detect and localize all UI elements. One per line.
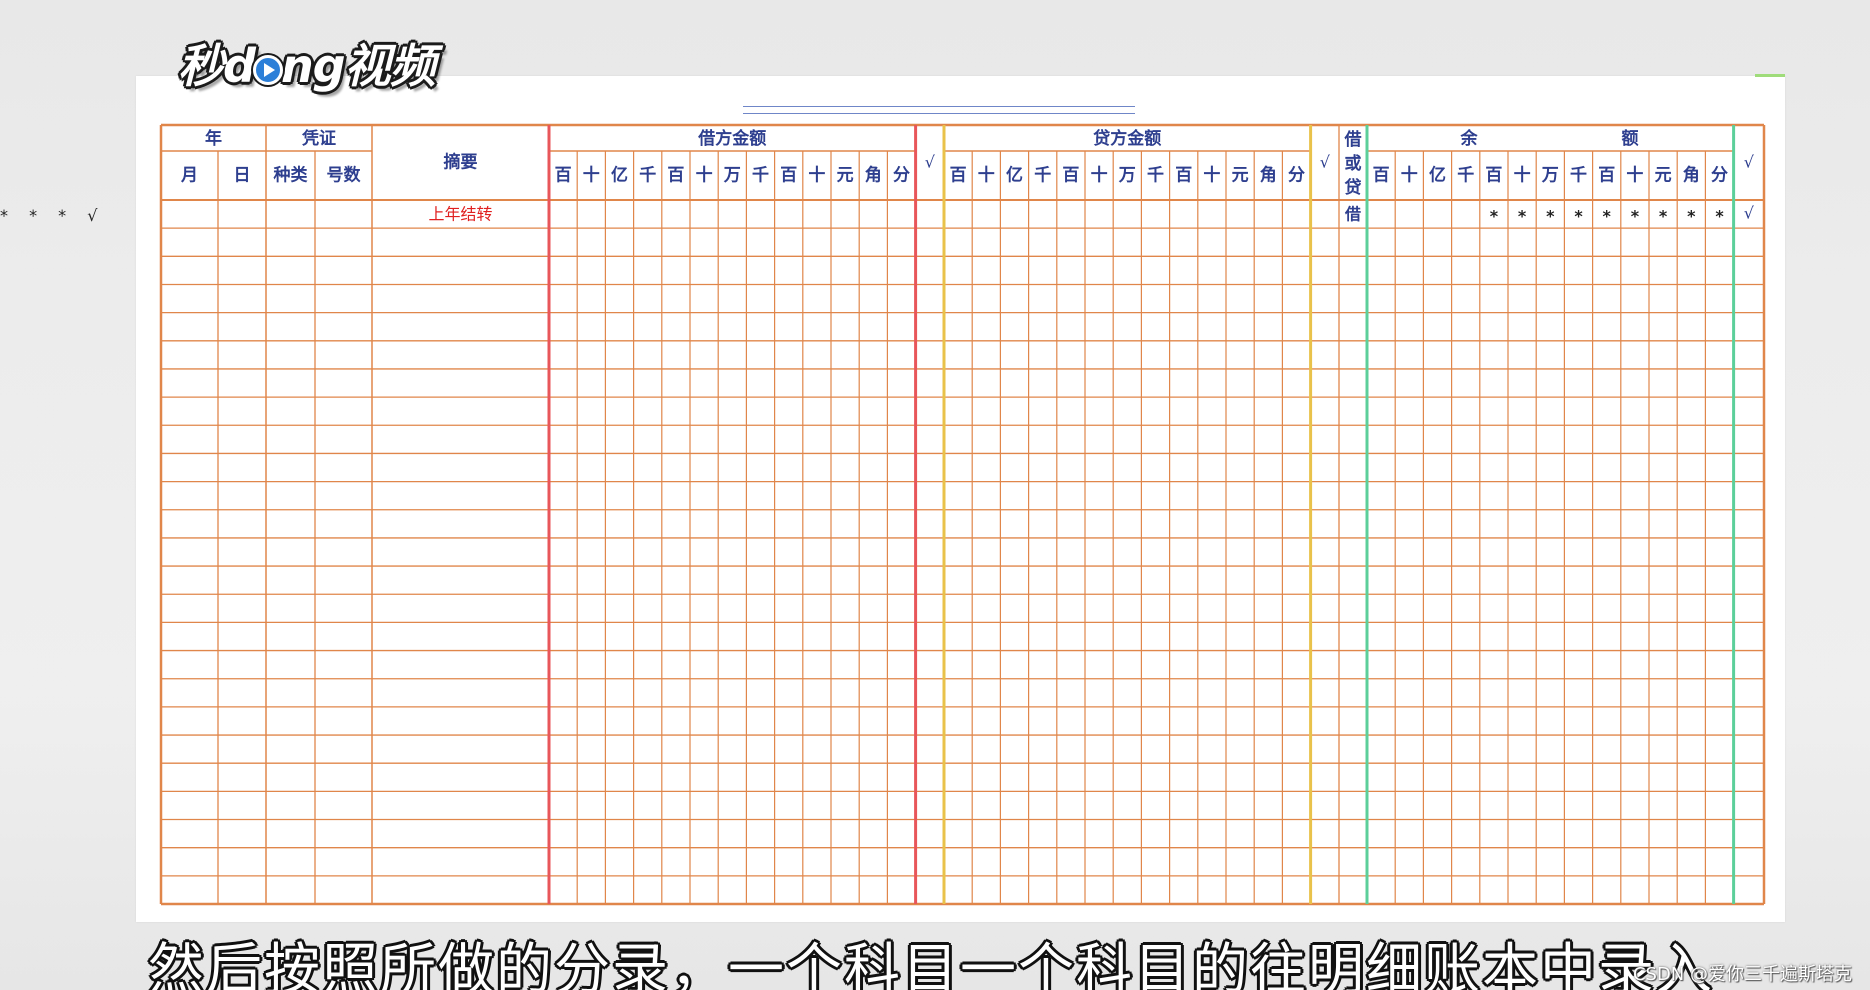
header-debit-amount: 借方金额 [697,128,766,149]
balance-unit-label: 十 [1401,165,1418,186]
balance-unit-label: 元 [1655,166,1672,186]
balance-unit-label: 十 [1514,165,1531,186]
ledger-table: 年凭证月日种类 号数摘要借方金额 贷方金额√ √借或贷余 额√百百百十十十亿亿亿千千千百… [159,123,1766,906]
debit-unit-label: 亿 [611,165,628,186]
header-credit-check: √ [1320,153,1331,172]
header-debit-check: √ [925,153,936,172]
debit-unit-label: 分 [893,166,910,186]
balance-unit-label: 角 [1683,165,1700,186]
video-subtitle: 然后按照所做的分录，一个科目一个科目的往明细账本中录入 [148,938,1714,990]
credit-unit-label: 万 [1118,166,1136,186]
credit-unit-label: 十 [1091,165,1108,186]
balance-unit-label: 百 [1485,166,1502,186]
balance-unit-label: 万 [1541,166,1559,186]
first-row-balance-mark: * [1490,207,1499,226]
first-row-balance-mark: * [1631,207,1640,226]
credit-unit-label: 千 [1034,166,1051,186]
first-row-balance-mark: * [1715,207,1724,226]
header-balance-left: 余 [1460,128,1479,149]
header-year: 年 [205,128,222,149]
header-direction-1: 借 [1344,129,1362,150]
first-row-check: √ [1744,204,1755,223]
header-day: 日 [234,166,251,186]
credit-unit-label: 百 [1175,166,1192,186]
header-voucher-number: 号数 [327,165,362,186]
debit-unit-label: 十 [583,165,600,186]
balance-unit-label: 十 [1626,165,1643,186]
debit-unit-label: 千 [639,166,656,186]
credit-unit-label: 十 [1203,165,1220,186]
header-voucher-type: 种类 [273,165,309,186]
debit-unit-label: 百 [780,166,797,186]
header-voucher: 凭证 [301,128,336,149]
credit-unit-label: 百 [950,166,967,186]
first-row-summary: 上年结转 [428,205,492,224]
debit-unit-label: 十 [696,165,713,186]
first-row-balance-mark: * [1574,207,1583,226]
credit-unit-label: 十 [978,165,995,186]
debit-unit-label: 万 [723,166,741,186]
balance-unit-label: 千 [1457,166,1474,186]
header-month: 月 [180,166,198,186]
first-row-balance-mark: * [1518,207,1527,226]
credit-unit-label: 分 [1288,166,1305,186]
balance-unit-label: 百 [1373,166,1390,186]
credit-unit-label: 亿 [1006,165,1023,186]
credit-unit-label: 元 [1232,166,1249,186]
first-row-balance-mark: * [1687,207,1696,226]
first-row-balance-mark: * [1603,207,1612,226]
first-row-direction: 借 [1344,205,1361,224]
debit-unit-label: 十 [808,165,825,186]
debit-unit-label: 千 [752,166,769,186]
debit-unit-label: 角 [865,165,882,186]
credit-unit-label: 角 [1260,165,1277,186]
first-row-balance-mark: * [1659,207,1668,226]
balance-unit-label: 千 [1570,166,1587,186]
header-summary: 摘要 [444,152,478,173]
credit-unit-label: 百 [1062,166,1079,186]
header-credit-amount: 贷方金额 [1093,128,1161,149]
header-direction-3: 贷 [1345,177,1362,198]
balance-unit-label: 亿 [1429,165,1446,186]
debit-unit-label: 百 [667,166,684,186]
balance-unit-label: 分 [1711,166,1728,186]
header-balance-check: √ [1744,153,1755,172]
first-row-balance-mark: * [1546,207,1555,226]
csdn-watermark: CSDN @爱你三千遍斯塔克 [1632,964,1852,985]
credit-unit-label: 千 [1147,166,1164,186]
balance-unit-label: 百 [1598,166,1615,186]
debit-unit-label: 百 [555,166,572,186]
header-direction-2: 或 [1345,153,1362,174]
debit-unit-label: 元 [837,166,854,186]
header-balance-right: 额 [1622,128,1639,149]
